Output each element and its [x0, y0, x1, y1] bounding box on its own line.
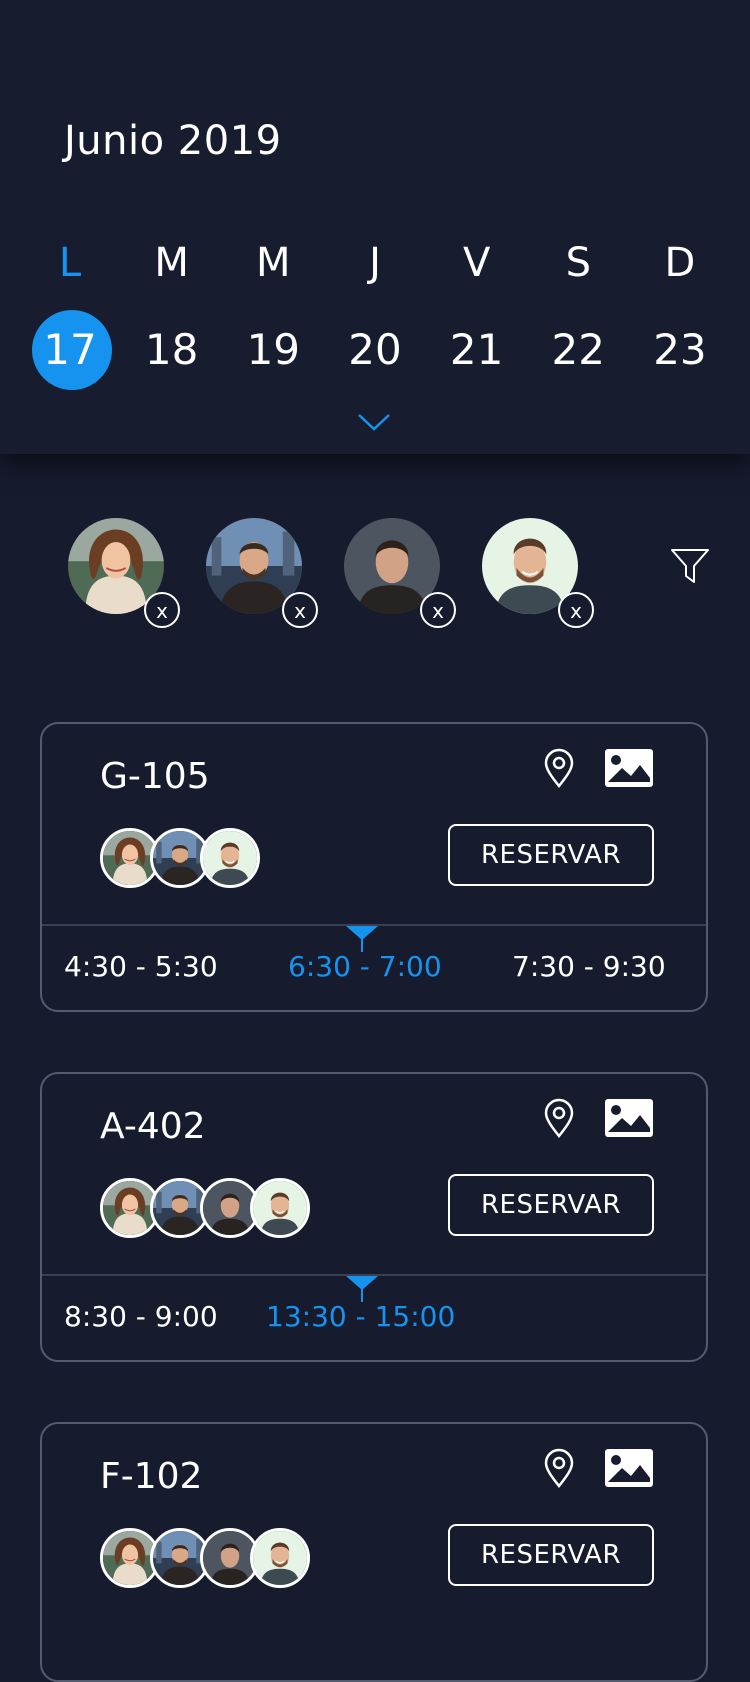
avatar — [200, 828, 260, 888]
date-number: 22 — [551, 325, 605, 374]
reserve-button[interactable]: RESERVAR — [448, 1524, 654, 1586]
image-icon[interactable] — [604, 748, 654, 788]
date-number: 20 — [348, 325, 402, 374]
date-cell[interactable]: 22 — [528, 310, 628, 390]
reserve-button[interactable]: RESERVAR — [448, 1174, 654, 1236]
weekday-label: V — [462, 240, 491, 286]
attendee-filter-row: x x x x — [0, 518, 750, 628]
calendar-header: Junio 2019 L M M J V S D 17 18 19 20 21 … — [0, 0, 750, 454]
location-pin-icon[interactable] — [542, 1448, 576, 1488]
image-icon[interactable] — [604, 1098, 654, 1138]
attendee-chip[interactable]: x — [482, 518, 594, 628]
month-title[interactable]: Junio 2019 — [64, 118, 282, 164]
time-slot-row: 4:30 - 5:30 6:30 - 7:00 7:30 - 9:30 — [42, 924, 706, 1010]
attendee-chip[interactable]: x — [344, 518, 456, 628]
room-code: A-402 — [100, 1106, 206, 1147]
room-code: F-102 — [100, 1456, 203, 1497]
date-cell[interactable]: 20 — [325, 310, 425, 390]
current-slot-marker-icon — [346, 926, 378, 952]
weekday-label: M — [256, 240, 291, 286]
remove-attendee-button[interactable]: x — [420, 592, 456, 628]
location-pin-icon[interactable] — [542, 1098, 576, 1138]
time-slot[interactable]: 8:30 - 9:00 — [64, 1300, 218, 1333]
time-slot-row: 8:30 - 9:00 13:30 - 15:00 — [42, 1274, 706, 1360]
chevron-down-icon[interactable] — [356, 410, 392, 434]
weekday-label: J — [369, 240, 381, 286]
location-pin-icon[interactable] — [542, 748, 576, 788]
time-slot-active[interactable]: 6:30 - 7:00 — [288, 950, 442, 983]
date-cell[interactable]: 21 — [427, 310, 527, 390]
date-cell[interactable]: 18 — [122, 310, 222, 390]
remove-attendee-button[interactable]: x — [558, 592, 594, 628]
remove-attendee-button[interactable]: x — [144, 592, 180, 628]
room-card[interactable]: G-105 RESERVAR 4:30 - 5:30 6:30 - 7:00 7… — [40, 722, 708, 1012]
image-icon[interactable] — [604, 1448, 654, 1488]
attendee-chip[interactable]: x — [68, 518, 180, 628]
room-card[interactable]: A-402 RESERVAR 8:30 - 9:00 13:30 - 15:00 — [40, 1072, 708, 1362]
current-slot-marker-icon — [346, 1276, 378, 1302]
time-slot[interactable]: 4:30 - 5:30 — [64, 950, 218, 983]
avatar — [250, 1528, 310, 1588]
avatar — [250, 1178, 310, 1238]
weekday-row: L M M J V S D — [20, 240, 730, 286]
weekday-label: L — [58, 240, 82, 286]
weekday-label: D — [664, 240, 696, 286]
date-number: 17 — [43, 325, 97, 374]
date-cell-selected[interactable]: 17 — [20, 310, 120, 390]
date-number: 18 — [144, 325, 199, 374]
weekday-label: M — [154, 240, 189, 286]
date-row: 17 18 19 20 21 22 23 — [20, 310, 730, 390]
reserve-button[interactable]: RESERVAR — [448, 824, 654, 886]
room-card[interactable]: F-102 RESERVAR — [40, 1422, 708, 1682]
weekday-label: S — [565, 240, 591, 286]
date-number: 21 — [449, 325, 504, 374]
attendee-chip[interactable]: x — [206, 518, 318, 628]
date-number: 19 — [246, 325, 301, 374]
funnel-icon[interactable] — [670, 546, 710, 586]
date-cell[interactable]: 23 — [630, 310, 730, 390]
date-number: 23 — [653, 325, 707, 374]
time-slot-active[interactable]: 13:30 - 15:00 — [266, 1300, 455, 1333]
remove-attendee-button[interactable]: x — [282, 592, 318, 628]
date-cell[interactable]: 19 — [223, 310, 323, 390]
room-code: G-105 — [100, 756, 210, 797]
time-slot[interactable]: 7:30 - 9:30 — [512, 950, 666, 983]
